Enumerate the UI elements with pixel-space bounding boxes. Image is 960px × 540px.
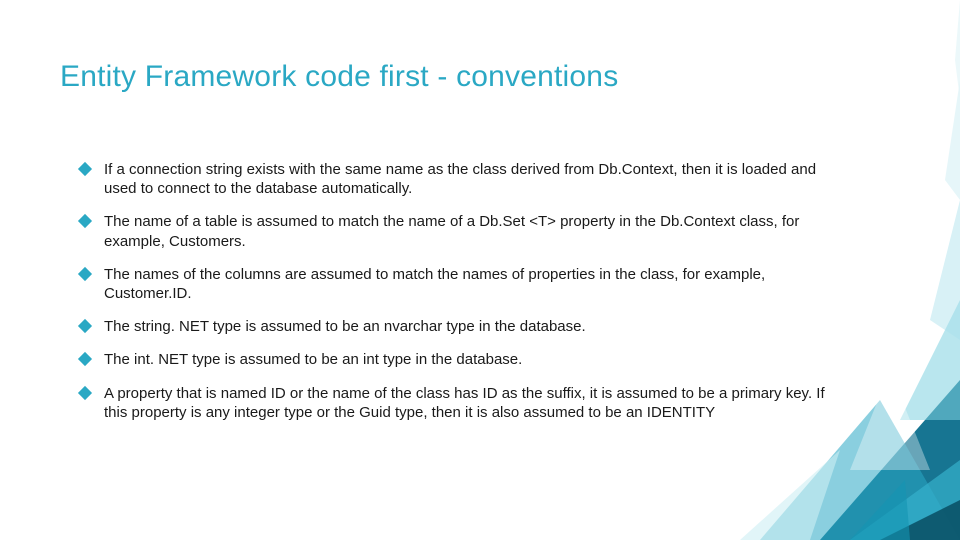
bullet-list: If a connection string exists with the s… xyxy=(80,160,850,436)
slide-container: Entity Framework code first - convention… xyxy=(0,0,960,540)
bullet-text: The int. NET type is assumed to be an in… xyxy=(104,350,850,369)
list-item: The int. NET type is assumed to be an in… xyxy=(80,350,850,369)
bullet-text: If a connection string exists with the s… xyxy=(104,160,850,198)
list-item: The name of a table is assumed to match … xyxy=(80,212,850,250)
bullet-icon xyxy=(78,319,92,333)
list-item: A property that is named ID or the name … xyxy=(80,384,850,422)
list-item: The string. NET type is assumed to be an… xyxy=(80,317,850,336)
bullet-icon xyxy=(78,267,92,281)
slide-title: Entity Framework code first - convention… xyxy=(60,60,618,94)
list-item: If a connection string exists with the s… xyxy=(80,160,850,198)
bullet-icon xyxy=(78,162,92,176)
bullet-text: The string. NET type is assumed to be an… xyxy=(104,317,850,336)
bullet-text: A property that is named ID or the name … xyxy=(104,384,850,422)
bullet-text: The name of a table is assumed to match … xyxy=(104,212,850,250)
bullet-icon xyxy=(78,352,92,366)
bullet-icon xyxy=(78,214,92,228)
bullet-icon xyxy=(78,385,92,399)
list-item: The names of the columns are assumed to … xyxy=(80,265,850,303)
bullet-text: The names of the columns are assumed to … xyxy=(104,265,850,303)
